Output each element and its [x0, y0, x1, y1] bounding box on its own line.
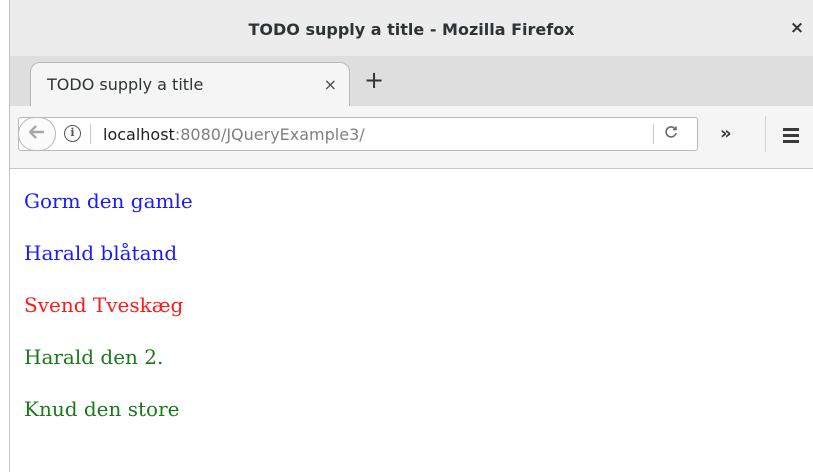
new-tab-button[interactable]: +: [364, 68, 384, 92]
content-paragraph: Gorm den gamle: [24, 189, 193, 213]
url-divider: [90, 124, 91, 144]
tab-active[interactable]: TODO supply a title ×: [30, 62, 350, 106]
hamburger-menu-icon[interactable]: [783, 128, 799, 143]
toolbar-divider: [765, 116, 766, 152]
back-arrow-icon: [28, 124, 45, 144]
reload-icon[interactable]: [664, 124, 678, 143]
window-title: TODO supply a title - Mozilla Firefox: [248, 20, 575, 39]
title-bar: TODO supply a title - Mozilla Firefox ×: [10, 0, 813, 57]
url-bar[interactable]: i localhost:8080/JQueryExample3/: [18, 117, 698, 151]
url-text[interactable]: localhost:8080/JQueryExample3/: [103, 125, 365, 144]
overflow-chevron-icon[interactable]: »: [720, 123, 732, 144]
url-host: localhost: [103, 125, 175, 144]
content-paragraph: Knud den store: [24, 397, 180, 421]
content-paragraph: Harald blåtand: [24, 241, 178, 265]
content-paragraph: Svend Tveskæg: [24, 293, 184, 317]
page-content: Gorm den gamle Harald blåtand Svend Tveskæ…: [24, 190, 193, 450]
window-close-icon[interactable]: ×: [789, 18, 805, 38]
tab-label: TODO supply a title: [47, 75, 204, 94]
tab-close-icon[interactable]: ×: [324, 75, 337, 94]
site-info-icon[interactable]: i: [64, 125, 81, 142]
url-path: :8080/JQueryExample3/: [174, 125, 365, 144]
browser-window: TODO supply a title - Mozilla Firefox × …: [9, 0, 813, 472]
tab-strip: TODO supply a title × +: [10, 56, 813, 106]
content-paragraph: Harald den 2.: [24, 345, 164, 369]
back-button[interactable]: [18, 117, 56, 151]
reload-divider: [653, 124, 654, 144]
navigation-bar: i localhost:8080/JQueryExample3/ »: [10, 106, 813, 169]
